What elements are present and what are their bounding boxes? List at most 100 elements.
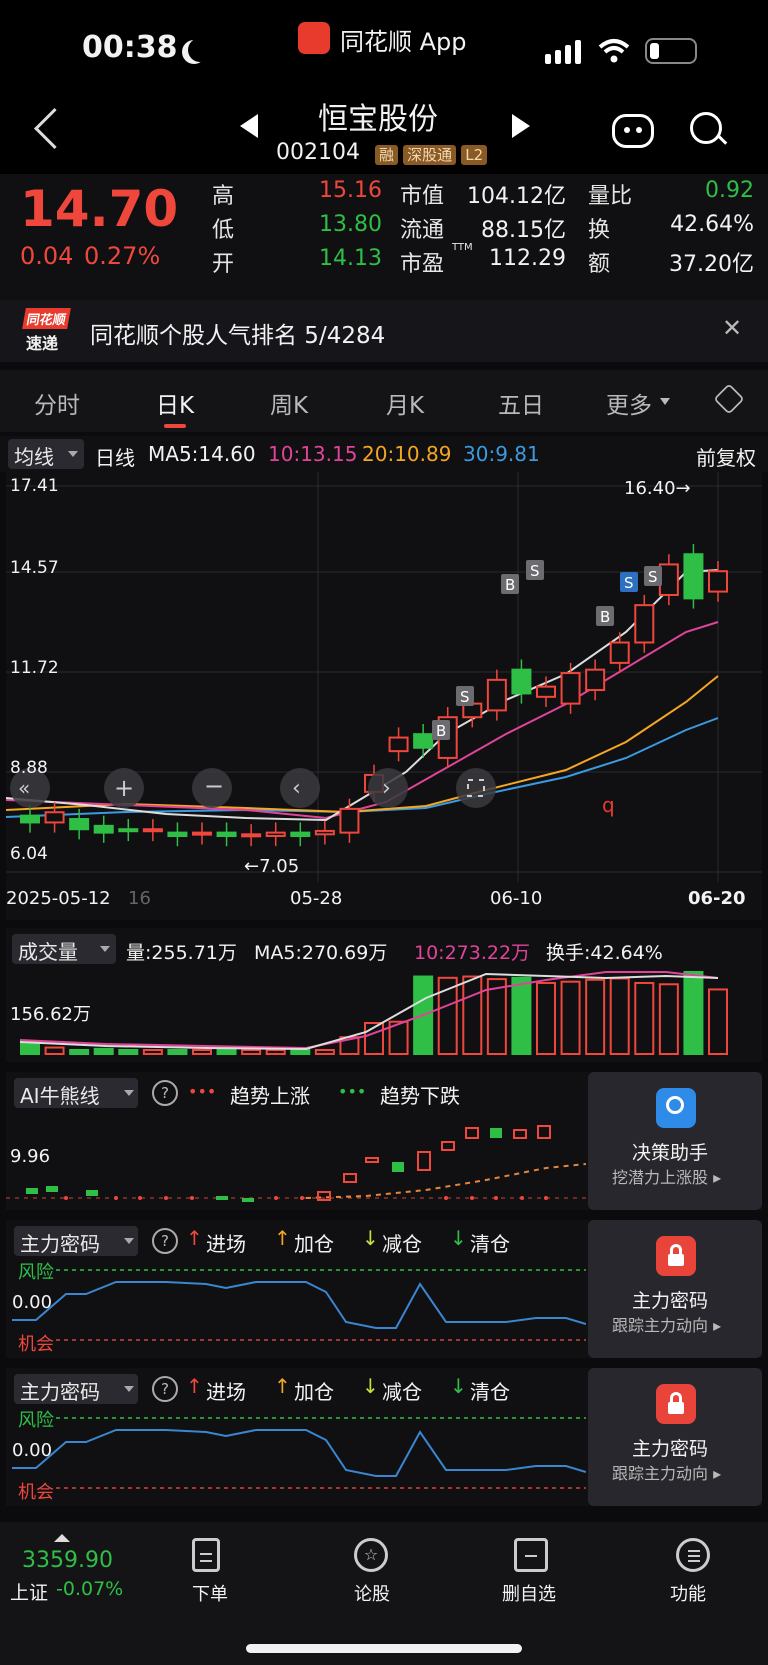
back-icon[interactable] — [33, 107, 76, 150]
app-logo-icon — [298, 22, 330, 54]
candle — [20, 814, 40, 824]
nav-label: 下单 — [192, 1584, 228, 1605]
main-force-box-1[interactable]: 主力密码 跟踪主力动向 ▸ — [588, 1220, 762, 1358]
y-label: 6.04 — [10, 844, 48, 864]
price-change-pct: 0.27% — [84, 242, 161, 270]
tab-more[interactable]: 更多 — [606, 386, 652, 420]
main-force-panel-2[interactable]: 主力密码 ? ↑ 进场 ↑ 加仓 ↓ 减仓 ↓ 清仓 风险 0.00 机会 主力… — [6, 1368, 762, 1506]
news-banner[interactable]: 同花顺 速递 同花顺个股人气排名 5/4284 ✕ — [0, 300, 768, 362]
volume-panel[interactable]: 成交量 量:255.71万 MA5:270.69万 10:273.22万 换手:… — [6, 928, 762, 1062]
candle — [658, 563, 679, 596]
candle — [216, 831, 237, 838]
tag-l2: L2 — [461, 145, 488, 165]
index-value[interactable]: 3359.90 — [22, 1548, 113, 1573]
tab-weekly-k[interactable]: 周K — [270, 386, 308, 420]
candle — [265, 831, 286, 838]
volume-bar — [20, 1041, 40, 1055]
volume-bar — [93, 1047, 114, 1056]
candle — [118, 828, 139, 833]
stat-label: 高 — [212, 184, 235, 209]
stat-value: 14.13 — [319, 246, 382, 271]
tab-daily-k[interactable]: 日K — [156, 386, 194, 420]
candle — [69, 818, 90, 831]
news-logo-bottom: 速递 — [26, 334, 59, 353]
svg-text:«: « — [18, 776, 30, 800]
decision-assistant-box[interactable]: 决策助手 挖潜力上涨股 ▸ — [588, 1072, 762, 1210]
tab-five-day[interactable]: 五日 — [498, 386, 544, 420]
settings-icon[interactable] — [713, 383, 745, 415]
volume-bar — [290, 1049, 311, 1055]
index-change: -0.07% — [56, 1578, 124, 1600]
nav-label: 论股 — [354, 1584, 390, 1605]
tab-monthly-k[interactable]: 月K — [386, 386, 424, 420]
volume-bar — [609, 977, 630, 1055]
mf-svg-1 — [12, 1269, 586, 1341]
stat-value: 15.16 — [319, 178, 382, 203]
ma-selector[interactable]: 均线 — [8, 439, 84, 469]
volume-bar — [585, 978, 606, 1055]
stock-name: 恒宝股份 — [318, 102, 438, 137]
nav-remove-watchlist[interactable]: 删自选 — [500, 1538, 570, 1608]
candle — [388, 736, 409, 753]
sell-marker-label: S — [624, 574, 634, 592]
sell-marker-label: S — [648, 568, 658, 586]
y-label: 14.57 — [10, 558, 59, 578]
search-icon[interactable] — [690, 112, 722, 144]
stat-value: 104.12亿 — [467, 184, 566, 209]
svg-text:−: − — [204, 772, 224, 800]
app-label: 同花顺 App — [340, 28, 467, 56]
volume-bar — [142, 1049, 163, 1055]
home-indicator — [246, 1644, 522, 1653]
volume-svg — [19, 971, 728, 1056]
volume-bar — [683, 971, 704, 1055]
stat-value: 37.20亿 — [669, 252, 754, 277]
candle — [44, 811, 65, 824]
candle — [560, 672, 581, 705]
bottom-nav: 3359.90 上证 -0.07% 下单 ☆ 论股 删自选 功能 — [0, 1522, 768, 1665]
main-force-line — [12, 1281, 586, 1329]
index-up-arrow-icon — [54, 1534, 70, 1542]
candle — [486, 678, 507, 712]
star-chat-icon: ☆ — [354, 1538, 388, 1572]
volume-bar — [658, 983, 679, 1055]
fullscreen-button — [456, 768, 496, 808]
buy-marker-label: B — [505, 576, 515, 594]
grid-lines — [6, 472, 762, 882]
main-force-panel-1[interactable]: 主力密码 ? ↑ 进场 ↑ 加仓 ↓ 减仓 ↓ 清仓 风险 0.00 机会 主力… — [6, 1220, 762, 1358]
ai-panel[interactable]: AI牛熊线 ? ••• 趋势上涨 ••• 趋势下跌 9.96 决策助手 挖潜力上… — [6, 1072, 762, 1210]
nav-functions[interactable]: 功能 — [668, 1538, 724, 1608]
close-icon[interactable]: ✕ — [722, 314, 742, 342]
quote-panel: 14.70 0.04 0.27% 高 15.16 低 13.80 开 14.13 市值… — [0, 174, 768, 300]
candle — [339, 807, 360, 834]
vol-ma10-line — [19, 971, 719, 1050]
x-label: 16 — [128, 888, 151, 909]
kline-chart[interactable]: B S S B B S S « + − ‹ › q 17.41 14.57 11… — [6, 472, 762, 920]
prev-stock-button[interactable] — [240, 114, 258, 138]
ma-selector-label: 均线 — [14, 445, 54, 469]
robot-icon[interactable] — [612, 114, 654, 148]
nav-forum[interactable]: ☆ 论股 — [344, 1538, 400, 1608]
main-force-box-2[interactable]: 主力密码 跟踪主力动向 ▸ — [588, 1368, 762, 1506]
nav-order[interactable]: 下单 — [180, 1538, 236, 1608]
candle — [290, 831, 311, 838]
remove-icon — [514, 1538, 548, 1572]
sell-marker-label: S — [530, 562, 540, 580]
candle — [93, 824, 114, 834]
volume-bar — [216, 1049, 237, 1055]
price-change: 0.04 — [20, 242, 74, 270]
volume-bar — [265, 1049, 286, 1055]
tab-timeshare[interactable]: 分时 — [34, 386, 80, 420]
next-stock-button[interactable] — [512, 114, 530, 138]
menu-icon — [676, 1538, 710, 1572]
chart-controls: « + − ‹ › — [10, 768, 496, 808]
ma5-value: MA5:14.60 — [148, 442, 256, 466]
candle — [585, 668, 606, 692]
candle — [241, 833, 262, 838]
y-label: 17.41 — [10, 476, 59, 496]
chevron-down-icon — [660, 398, 670, 405]
candle — [708, 570, 728, 593]
adjust-button[interactable]: 前复权 — [696, 442, 756, 471]
volume-bar — [314, 1049, 335, 1055]
main-force-sub: 跟踪主力动向 ▸ — [612, 1464, 722, 1483]
kline-header: 均线 日线 MA5:14.60 10:13.15 20:10.89 30:9.8… — [0, 436, 768, 472]
